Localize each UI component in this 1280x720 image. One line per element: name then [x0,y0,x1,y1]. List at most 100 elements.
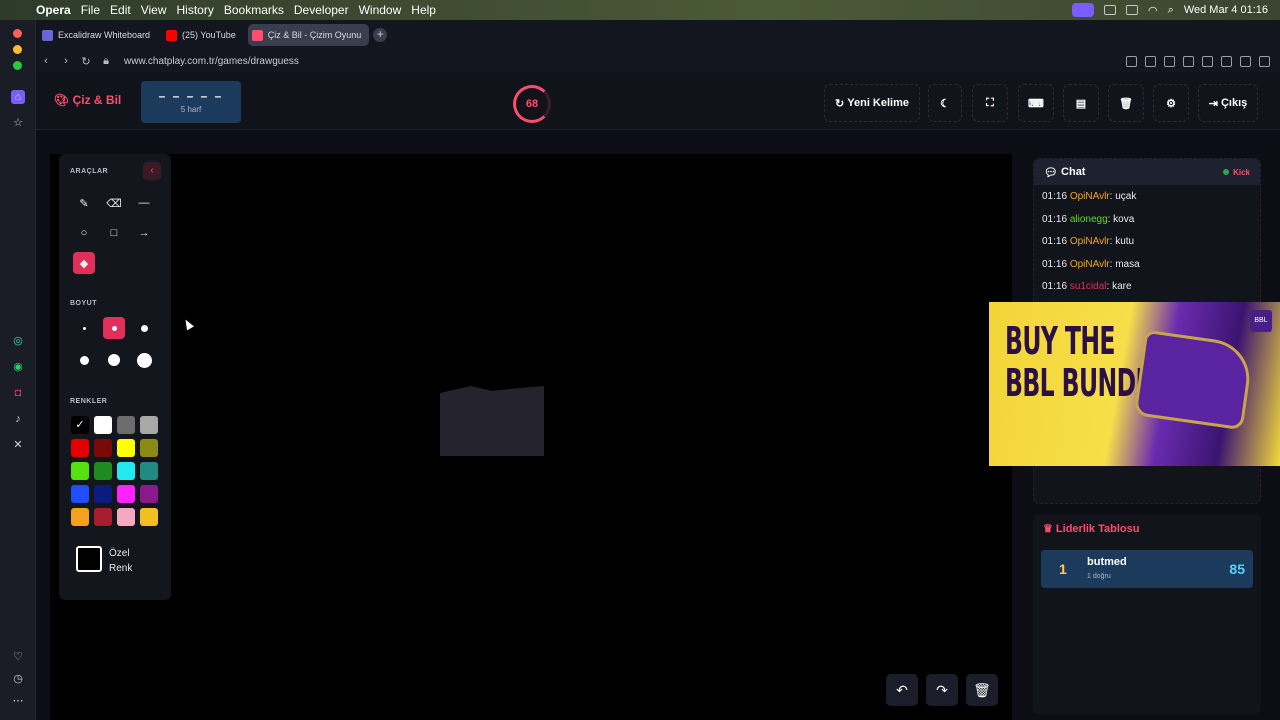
size-s[interactable] [103,317,125,339]
zoom-window-icon[interactable] [13,61,22,70]
heart-icon[interactable]: ♡ [11,650,25,664]
settings-button[interactable]: ⚙ [1153,84,1189,122]
archive-button[interactable]: ▤ [1063,84,1099,122]
color-swatch[interactable]: ✓ [71,416,89,434]
color-swatch[interactable] [71,508,89,526]
menu-help[interactable]: Help [411,3,446,17]
undo-button[interactable]: ↶ [886,674,918,706]
edit-icon[interactable] [1126,55,1137,67]
whatsapp-icon[interactable]: ◉ [11,360,25,374]
dark-mode-button[interactable]: ☾ [928,84,962,122]
size-xs[interactable] [73,317,95,339]
color-swatch[interactable] [94,439,112,457]
message-user[interactable]: OpiNAvlr [1070,191,1110,202]
color-swatch[interactable] [140,416,158,434]
size-m[interactable] [133,317,155,339]
wifi-icon[interactable]: ◠ [1148,4,1158,17]
brush-tool[interactable]: ✎ [73,192,95,214]
color-swatch[interactable] [71,439,89,457]
extension-icon[interactable] [1183,55,1194,67]
line-tool[interactable]: — [133,192,155,214]
url-input[interactable]: www.chatplay.com.tr/games/drawguess [124,56,299,67]
color-swatch[interactable] [94,462,112,480]
eraser-tool[interactable]: ⌫ [103,192,125,214]
kick-status[interactable]: Kick [1223,168,1250,177]
collapse-panel-button[interactable]: ‹ [143,162,161,180]
menu-icon[interactable] [1259,55,1270,67]
tab-excalidraw[interactable]: Excalidraw Whiteboard [38,24,158,46]
fill-bucket-tool[interactable]: ◆ [73,252,95,274]
home-icon[interactable]: ⌂ [11,90,25,104]
menu-history[interactable]: History [177,3,224,17]
custom-color-swatch[interactable] [76,546,102,572]
search-icon[interactable]: ⌕ [1168,4,1174,17]
message-user[interactable]: su1cidal [1070,281,1107,292]
close-window-icon[interactable] [13,29,22,38]
shield-icon[interactable] [1164,55,1175,67]
minimize-window-icon[interactable] [13,45,22,54]
x-icon[interactable]: ✕ [11,438,25,452]
trash-button[interactable]: 🗑︎ [1108,84,1144,122]
message-user[interactable]: OpiNAvlr [1070,236,1110,247]
forward-icon[interactable]: › [56,55,76,67]
arrow-tool[interactable]: → [133,222,155,244]
camera-icon[interactable] [1145,55,1156,67]
clock[interactable]: Wed Mar 4 01:16 [1184,4,1268,16]
play-icon[interactable] [1202,55,1213,67]
new-word-button[interactable]: ↻ Yeni Kelime [824,84,920,122]
menu-edit[interactable]: Edit [110,3,141,17]
tab-youtube[interactable]: (25) YouTube [162,24,244,46]
color-swatch[interactable] [117,508,135,526]
size-l[interactable] [73,349,95,371]
color-swatch[interactable] [117,416,135,434]
message-text: : uçak [1109,191,1137,202]
color-swatch[interactable] [117,439,135,457]
status-icon[interactable] [1104,5,1117,15]
tiktok-icon[interactable]: ♪ [11,412,25,426]
tab-ciz-bil[interactable]: Çiz & Bil - Çizim Oyunu [247,24,370,46]
ad-banner[interactable]: BUY THE BBL BUNDLE BBL [989,302,1280,466]
color-swatch[interactable] [140,508,158,526]
size-xl[interactable] [103,349,125,371]
color-swatch[interactable] [117,462,135,480]
redo-button[interactable]: ↷ [926,674,958,706]
clear-canvas-button[interactable]: 🗑︎ [966,674,998,706]
menu-bookmarks[interactable]: Bookmarks [224,3,294,17]
rectangle-tool[interactable]: □ [103,222,125,244]
star-icon[interactable]: ☆ [11,116,25,130]
menu-window[interactable]: Window [359,3,412,17]
download-icon[interactable] [1240,55,1251,67]
more-icon[interactable]: ⋯ [11,694,25,708]
color-swatch[interactable] [140,439,158,457]
color-swatch[interactable] [71,462,89,480]
size-xxl[interactable] [133,349,155,371]
color-swatch[interactable] [140,462,158,480]
heart-icon[interactable] [1221,55,1232,67]
reload-icon[interactable]: ↻ [76,55,96,68]
fullscreen-button[interactable]: ⛶ [972,84,1008,122]
color-swatch[interactable] [140,485,158,503]
menu-app[interactable]: Opera [36,3,81,17]
battery-icon[interactable] [1126,5,1139,15]
circle-tool[interactable]: ○ [73,222,95,244]
custom-color-label[interactable]: Özel Renk [109,546,149,576]
message-user[interactable]: OpiNAvlr [1070,259,1110,270]
message-user[interactable]: alionegg [1070,214,1108,225]
history-icon[interactable]: ◷ [11,672,25,686]
menu-developer[interactable]: Developer [294,3,359,17]
exit-button[interactable]: ⇥ Çıkış [1198,84,1258,122]
screen-record-icon[interactable] [1072,3,1095,17]
color-swatch[interactable] [94,416,112,434]
chatgpt-icon[interactable]: ◎ [11,334,25,348]
keyboard-button[interactable]: ⌨ [1018,84,1054,122]
back-icon[interactable]: ‹ [36,55,56,67]
menu-view[interactable]: View [141,3,177,17]
color-swatch[interactable] [71,485,89,503]
color-swatch[interactable] [94,485,112,503]
menu-file[interactable]: File [81,3,110,17]
drawing-canvas[interactable]: ↶ ↷ 🗑︎ [50,154,1012,720]
color-swatch[interactable] [94,508,112,526]
instagram-icon[interactable]: ◘ [11,386,25,400]
color-swatch[interactable] [117,485,135,503]
new-tab-button[interactable]: + [373,28,388,42]
